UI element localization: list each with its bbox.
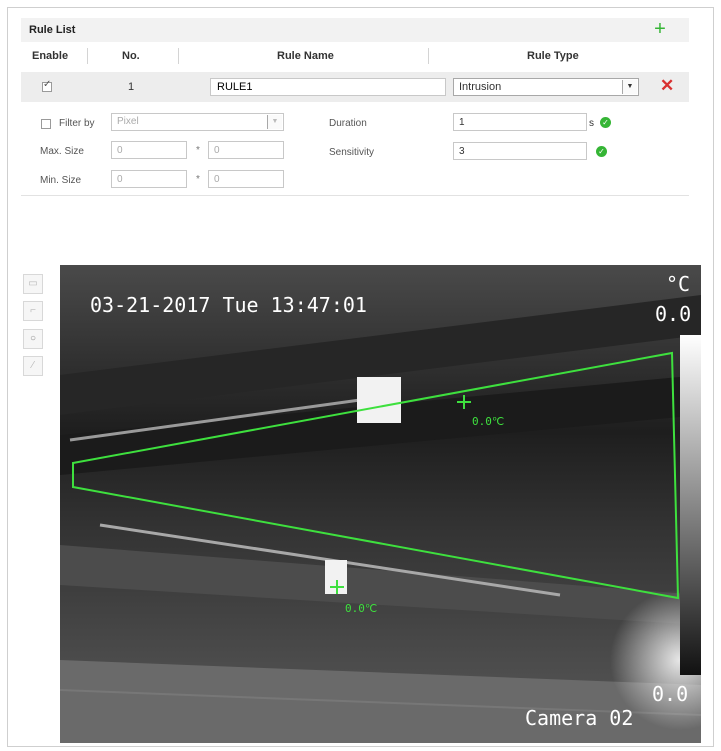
draw-polygon-icon[interactable]: ⌐ [23,301,43,321]
times-sign: * [196,145,200,156]
thermal-video-view[interactable]: 0.0℃ 0.0℃ 03-21-2017 Tue 13:47:01 °C 0.0… [60,265,701,743]
rule-enable-checkbox[interactable] [42,79,52,92]
rule-list-header: Rule List + [21,18,689,42]
filter-by-select[interactable]: Pixel ▼ [111,113,284,131]
delete-x-icon[interactable]: ✕ [660,75,674,97]
osd-max-temperature: 0.0 [655,302,692,326]
osd-camera-name: Camera 02 [525,706,634,730]
duration-label: Duration [329,118,367,129]
column-rule-name: Rule Name [277,50,334,62]
temperature-point-marker [330,580,344,594]
max-size-height-input[interactable] [208,141,284,159]
column-rule-type: Rule Type [527,50,579,62]
chevron-down-icon[interactable]: ▼ [267,115,282,129]
osd-temperature-unit: °C [666,272,691,296]
rule-list-title: Rule List [29,24,76,36]
filter-by-label: Filter by [59,118,95,129]
column-divider [178,48,179,64]
thermal-image [60,265,701,743]
clear-icon[interactable]: ⁄ [23,356,43,376]
column-divider [428,48,429,64]
rule-number: 1 [128,81,135,93]
osd-min-temperature: 0.0 [652,682,689,706]
table-row[interactable]: 1 Intrusion ▼ ✕ [21,72,689,102]
duration-unit: s [589,118,594,129]
times-sign: * [196,174,200,185]
chevron-down-icon[interactable]: ▼ [622,80,637,94]
rule-name-input[interactable] [210,78,446,96]
point-temperature: 0.0℃ [345,602,378,615]
temperature-point-marker [457,395,471,409]
sensitivity-input[interactable] [453,142,587,160]
column-divider [87,48,88,64]
draw-circle-icon[interactable]: ○ [23,329,43,349]
draw-rectangle-icon[interactable]: ▭ [23,274,43,294]
point-temperature: 0.0℃ [472,415,505,428]
rule-table-header: Enable No. Rule Name Rule Type [21,46,689,68]
min-size-height-input[interactable] [208,170,284,188]
column-no: No. [122,50,140,62]
filter-by-checkbox[interactable] [41,119,51,129]
max-size-label: Max. Size [40,146,84,157]
column-enable: Enable [32,50,69,62]
min-size-label: Min. Size [40,175,82,186]
divider [21,195,689,196]
rule-type-select[interactable]: Intrusion ▼ [453,78,639,96]
drawing-toolbar: ▭ ⌐ ○ ⁄ [23,274,45,404]
min-size-width-input[interactable] [111,170,187,188]
plus-icon[interactable]: + [651,19,669,39]
osd-timestamp: 03-21-2017 Tue 13:47:01 [90,293,367,317]
sensitivity-label: Sensitivity [329,147,375,158]
check-icon: ✓ [600,117,611,128]
filter-by-value: Pixel [117,116,139,127]
check-icon: ✓ [596,146,607,157]
duration-input[interactable] [453,113,587,131]
max-size-width-input[interactable] [111,141,187,159]
rule-type-value: Intrusion [459,81,502,93]
